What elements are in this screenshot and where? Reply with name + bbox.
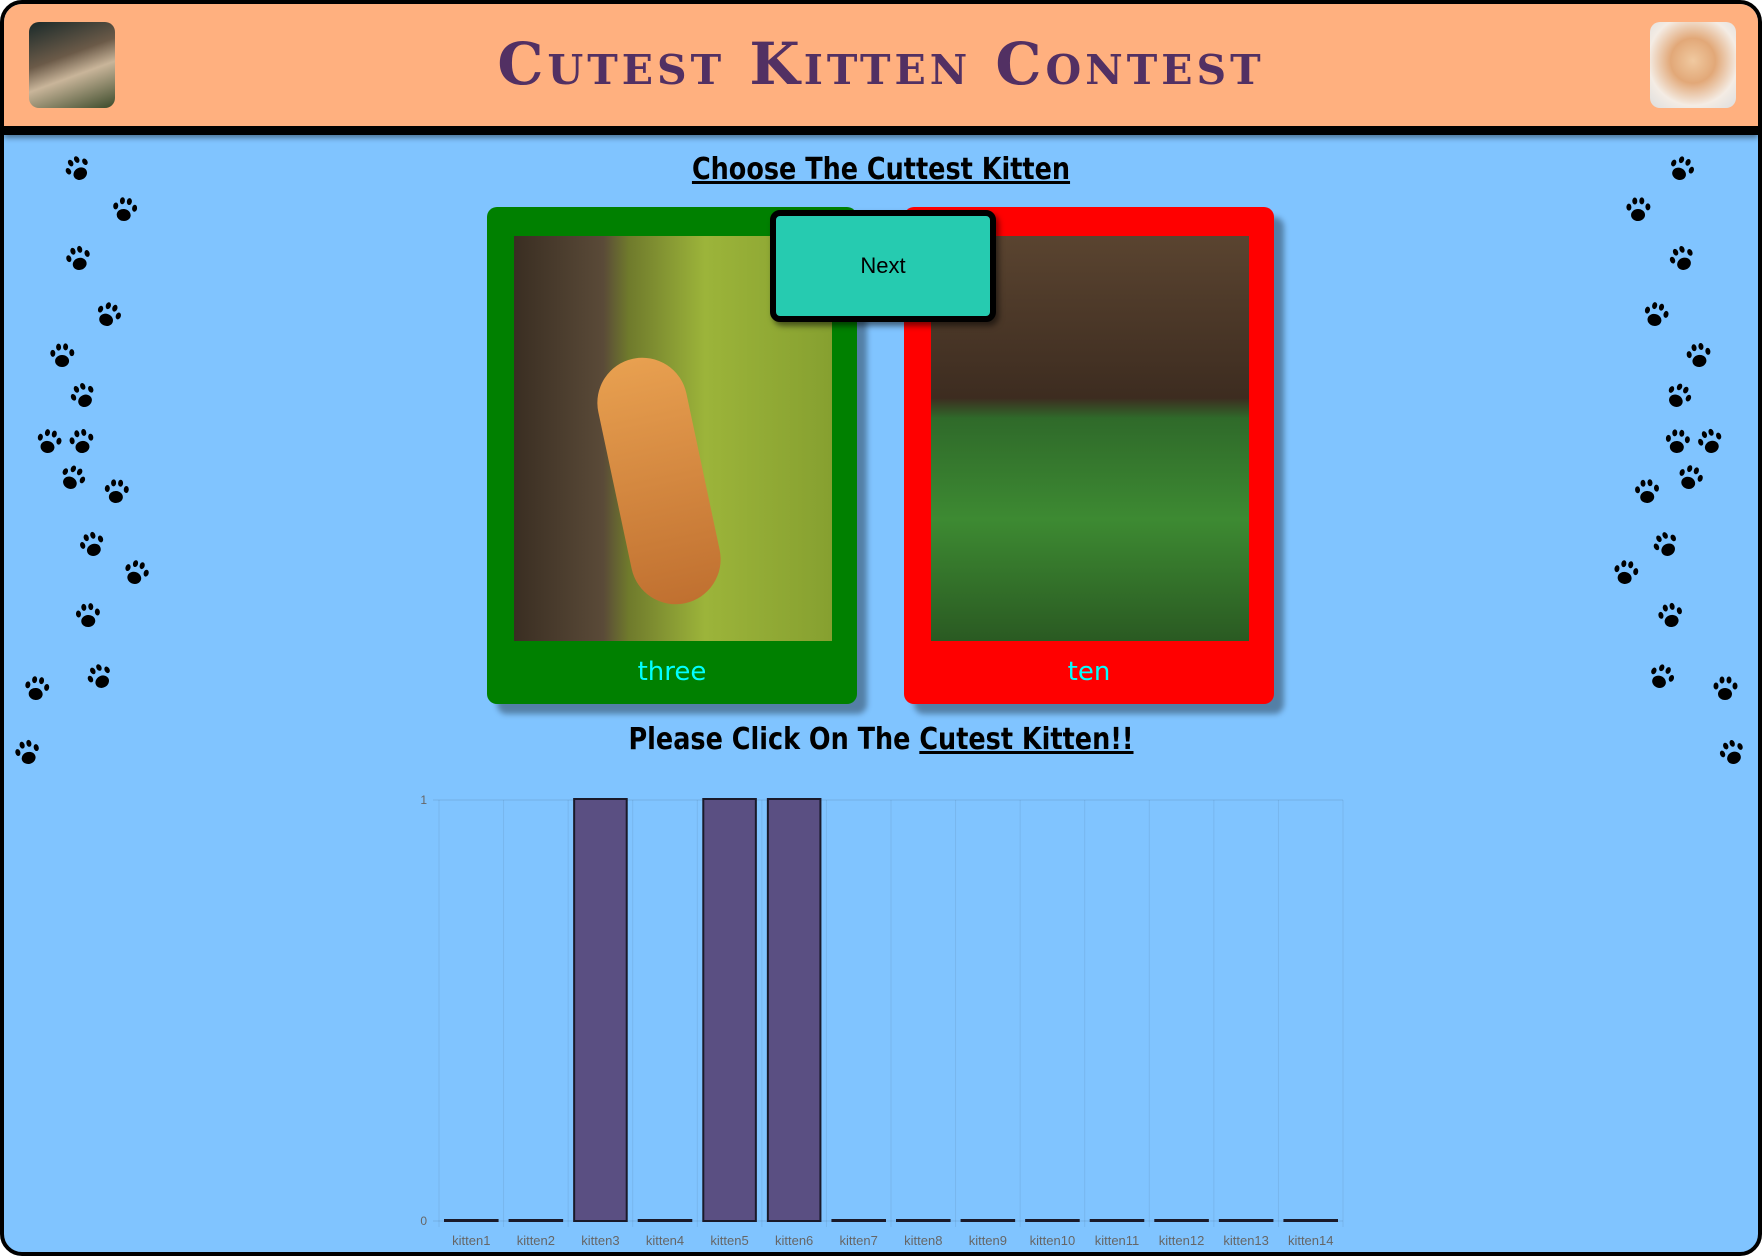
y-tick-label: 1 xyxy=(420,793,427,807)
x-tick-label: kitten14 xyxy=(1288,1233,1334,1248)
bar-kitten6 xyxy=(766,798,822,1222)
bar-kitten12 xyxy=(1154,1219,1209,1222)
bar-kitten11 xyxy=(1089,1219,1145,1222)
bar-kitten2 xyxy=(508,1219,564,1222)
x-tick-label: kitten11 xyxy=(1095,1233,1140,1248)
x-tick-label: kitten8 xyxy=(904,1233,942,1248)
x-tick-label: kitten13 xyxy=(1223,1233,1269,1248)
bar-kitten5 xyxy=(702,798,757,1222)
bar-kitten3 xyxy=(573,798,628,1222)
x-tick-label: kitten6 xyxy=(775,1233,813,1248)
bar-kitten1 xyxy=(444,1219,499,1222)
x-tick-label: kitten2 xyxy=(517,1233,555,1248)
x-tick-label: kitten5 xyxy=(710,1233,748,1248)
x-tick-label: kitten10 xyxy=(1030,1233,1076,1248)
x-tick-label: kitten3 xyxy=(581,1233,619,1248)
bar-kitten13 xyxy=(1218,1219,1274,1222)
bar-kitten9 xyxy=(960,1219,1016,1222)
x-tick-label: kitten4 xyxy=(646,1233,684,1248)
y-tick-label: 0 xyxy=(420,1214,427,1228)
app-frame: Cutest Kitten Contest Choose The Cuttest… xyxy=(0,0,1762,1256)
bar-kitten10 xyxy=(1025,1219,1080,1222)
bar-kitten14 xyxy=(1283,1219,1339,1222)
bar-kitten4 xyxy=(637,1219,693,1222)
x-tick-label: kitten9 xyxy=(969,1233,1007,1248)
bar-kitten7 xyxy=(831,1219,887,1222)
x-tick-label: kitten7 xyxy=(840,1233,878,1248)
bar-kitten8 xyxy=(896,1219,951,1222)
x-tick-label: kitten12 xyxy=(1159,1233,1205,1248)
x-tick-label: kitten1 xyxy=(452,1233,490,1248)
votes-bar-chart: 0 1 kitten1 kitten2 kitten3 kitten4 kitten5 kit… xyxy=(420,793,1344,1248)
